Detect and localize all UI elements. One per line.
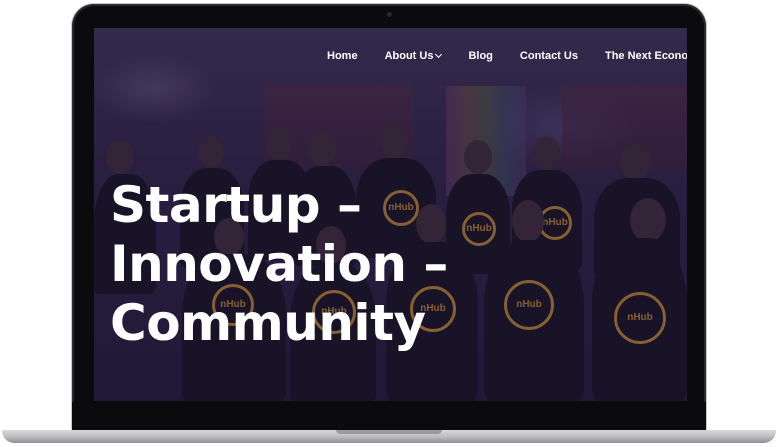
laptop-base-notch bbox=[336, 430, 442, 434]
hero-heading: Startup – Innovation – Community bbox=[110, 176, 448, 353]
laptop-hinge bbox=[72, 402, 706, 432]
nav-blog-label: Blog bbox=[468, 50, 493, 62]
hero-line: Startup – bbox=[110, 176, 362, 234]
nav-next-economy-jos-label: The Next Economy Jos bbox=[604, 50, 687, 62]
website-screen: nHub nHub nHub nHub nHub nHub nHub nHub … bbox=[94, 28, 687, 401]
nav-home-label: Home bbox=[327, 50, 358, 62]
nav-blog[interactable]: Blog bbox=[468, 50, 492, 62]
chevron-down-icon bbox=[435, 50, 443, 59]
hero-line: Community bbox=[110, 294, 426, 352]
nav-contact-us[interactable]: Contact Us bbox=[520, 50, 578, 62]
nav-next-economy-jos[interactable]: The Next Economy Jos bbox=[605, 50, 687, 62]
nav-contact-us-label: Contact Us bbox=[519, 50, 578, 62]
laptop-mockup: nHub nHub nHub nHub nHub nHub nHub nHub … bbox=[0, 0, 778, 447]
nav-about-us[interactable]: About Us bbox=[384, 50, 443, 62]
hero-line: Innovation – bbox=[110, 235, 448, 293]
main-navigation: Home About Us Blog Contact Us The Next E… bbox=[320, 44, 687, 68]
nav-home[interactable]: Home bbox=[327, 50, 358, 62]
camera-icon bbox=[387, 12, 392, 17]
nav-about-us-label: About Us bbox=[384, 50, 434, 62]
